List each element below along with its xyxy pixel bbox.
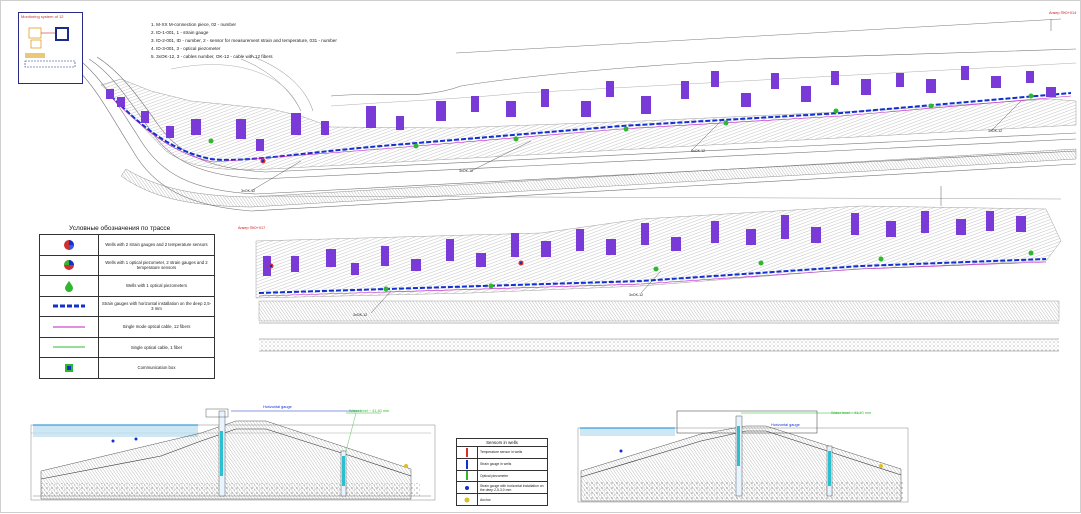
legend-row: Wells with 1 optical piezometer, 2 strai… (40, 255, 214, 276)
route-legend: Wells with 2 strain gauges and 2 tempera… (39, 234, 215, 379)
communication-box-icon (65, 363, 73, 372)
note-line: 1. M-XX M-connection piece, 02 - number (151, 22, 237, 27)
section-right-level-label: Water level ~ 41,40 mm (831, 411, 872, 415)
legend-row: Single mode optical cable, 12 fibers (40, 317, 214, 338)
red-bar-icon (466, 447, 468, 457)
sensors-legend-title: Sensors in wells (457, 439, 547, 447)
sensors-legend-text: Anchor (480, 497, 491, 502)
legend-text: Wells with 2 strain gauges and 2 tempera… (105, 242, 208, 248)
inset-diagram (24, 27, 76, 68)
section-left-level-label: Water level ~ 41,40 mm (349, 409, 390, 413)
legend-text: Single optical cable, 1 fiber (130, 344, 183, 350)
legend-text: Communication box (137, 365, 176, 371)
note-line: 3. ID-2-001, ID - number, 2 - sensor for… (151, 38, 337, 43)
sensors-legend-text: Strain gauge in wells (480, 462, 512, 467)
cable-label: 3xOK-12 (691, 149, 706, 153)
anchor-label-top-right: Анкер ПК0+014 (1049, 11, 1077, 15)
note-line: 5. 3xOK-12, 3 - cables number, OK-12 - c… (151, 54, 273, 59)
blue-dash-icon (53, 304, 85, 308)
legend-text: Strain gauges with horizontal installati… (101, 301, 212, 312)
sensors-legend-row: Strain gauge with horizontal installatio… (457, 482, 547, 495)
note-line: 2. ID-1-001, 1 - strain gauge (151, 30, 209, 35)
section-left-horizontal-label: Horizontal gauge (263, 405, 292, 409)
magenta-line-icon (53, 326, 85, 328)
legend-text: Wells with 1 optical piezometers (125, 283, 188, 289)
green-drop-icon (65, 280, 73, 292)
general-notes: 1. M-XX M-connection piece, 02 - number … (151, 21, 381, 61)
sensors-legend-row: Anchor (457, 494, 547, 505)
sensors-legend-text: Strain gauge with horizontal installatio… (480, 483, 544, 492)
drawing-canvas: Monitoring system of 12 1. M-XX M-connec… (0, 0, 1081, 513)
sensors-legend-row: Temperature sensor in wells (457, 447, 547, 459)
sensors-legend-text: Temperature sensor in wells (480, 450, 523, 455)
sensors-legend-row: Optical piezometer (457, 470, 547, 483)
blue-bar-icon (466, 459, 468, 469)
legend-row: Single optical cable, 1 fiber (40, 337, 214, 358)
location-inset: Monitoring system of 12 (18, 12, 83, 84)
cable-label: 3xOK-12 (629, 293, 644, 297)
anchor-label-bottom-left: Анкер ПК0+017 (238, 226, 266, 230)
sensors-legend-text: Optical piezometer (480, 473, 509, 478)
bottom-plan (255, 186, 1062, 352)
yellow-anchor-icon (464, 497, 470, 503)
legend-row: Communication box (40, 358, 214, 378)
legend-row: Strain gauges with horizontal installati… (40, 296, 214, 317)
section-right (577, 410, 909, 503)
note-line: 4. ID-3-001, 3 - optical piezometer (151, 46, 221, 51)
legend-text: Single mode optical cable, 12 fibers (122, 324, 191, 330)
blue-dot-icon (465, 485, 469, 490)
four-color-circle-icon (64, 260, 74, 271)
cable-label: 3xOK-12 (241, 189, 256, 193)
legend-row: Wells with 2 strain gauges and 2 tempera… (40, 235, 214, 256)
legend-title: Условные обозначения по трассе (69, 225, 171, 232)
three-color-circle-icon (64, 239, 74, 250)
legend-row: Wells with 1 optical piezometers (40, 276, 214, 297)
sensors-legend: Sensors in wells Temperature sensor in w… (456, 438, 548, 506)
legend-text: Wells with 1 optical piezometer, 2 strai… (105, 260, 208, 271)
cable-label: 3xOK-12 (459, 169, 474, 173)
green-line-icon (53, 346, 85, 348)
green-bar-icon (466, 471, 468, 481)
cable-label: 3xOK-12 (353, 313, 368, 317)
section-left (30, 408, 436, 501)
cable-label: 3xOK-12 (988, 129, 1003, 133)
sensors-legend-row: Strain gauge in wells (457, 458, 547, 471)
section-right-horizontal-label: Horizontal gauge (771, 423, 800, 427)
